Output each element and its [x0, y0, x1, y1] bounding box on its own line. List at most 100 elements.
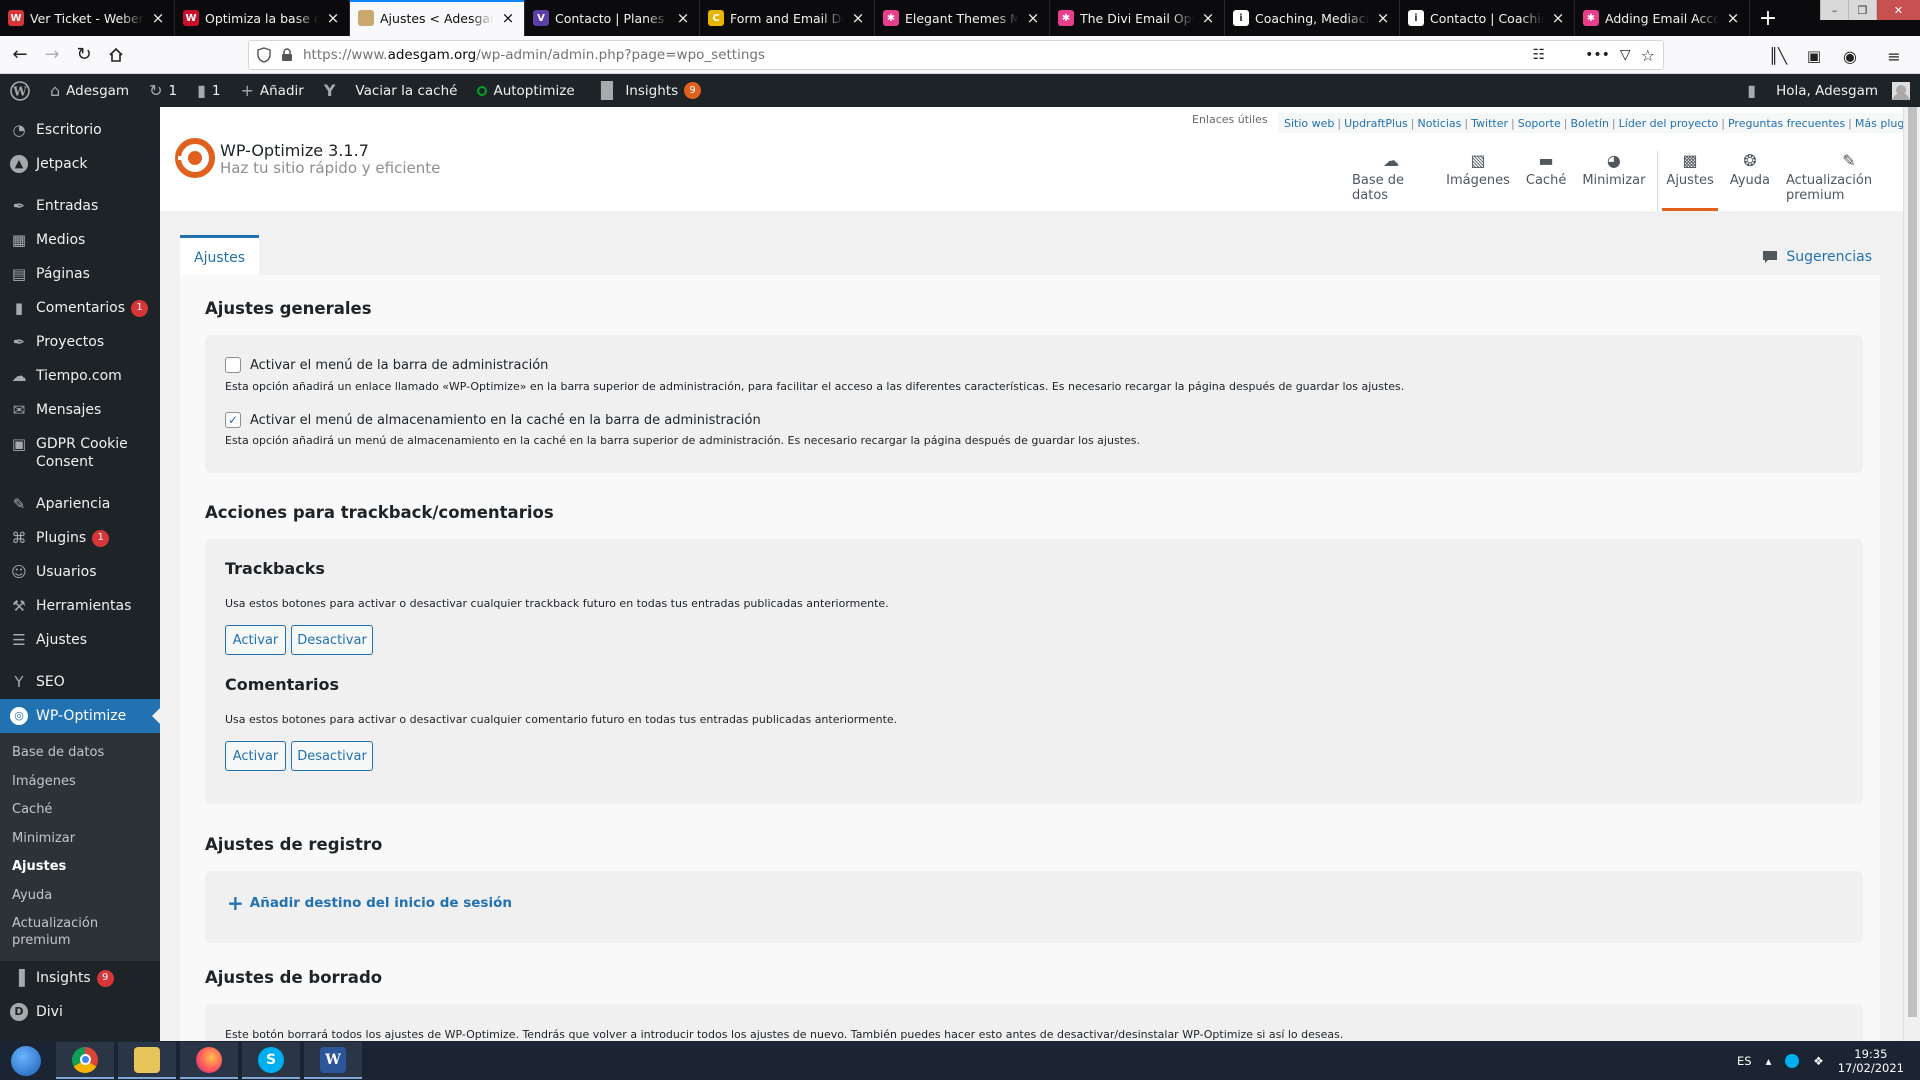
sidebar-item-medios[interactable]: ▦ Medios	[0, 223, 160, 257]
sidebar-item-insights[interactable]: ▐ Insights 9	[0, 961, 160, 995]
cache-menu-checkbox[interactable]: ✓	[225, 412, 241, 428]
disable-trackbacks-button[interactable]: Desactivar	[291, 625, 373, 655]
updates-menu[interactable]: ↻ 1	[139, 74, 187, 107]
clock[interactable]: 19:35 17/02/2021	[1838, 1047, 1904, 1075]
cache-menu-option-label[interactable]: Activar el menú de almacenamiento en la …	[250, 413, 761, 428]
back-icon[interactable]: ←	[4, 39, 36, 71]
enable-comments-button[interactable]: Activar	[225, 741, 286, 771]
wpo-nav-minimizar[interactable]: ◕ Minimizar	[1574, 151, 1653, 211]
submenu-item[interactable]: Actualización premium	[0, 910, 160, 955]
taskbar-chrome[interactable]	[56, 1042, 114, 1079]
tab-close-icon[interactable]: ×	[675, 9, 691, 27]
browser-tab[interactable]: i Coaching, Mediación y Formación ×	[1225, 0, 1400, 36]
submenu-item[interactable]: Imágenes	[0, 768, 160, 797]
taskbar-firefox[interactable]	[180, 1042, 238, 1079]
tab-close-icon[interactable]: ×	[150, 9, 166, 27]
browser-tab[interactable]: V Contacto | Planes de pensiones ×	[525, 0, 700, 36]
tab-ajustes[interactable]: Ajustes	[180, 235, 260, 275]
useful-link[interactable]: Preguntas frecuentes	[1728, 117, 1845, 130]
suggestions-link[interactable]: Sugerencias	[1762, 249, 1872, 265]
submenu-item[interactable]: Minimizar	[0, 825, 160, 854]
library-icon[interactable]: ║╲	[1762, 40, 1794, 72]
lock-icon[interactable]	[281, 48, 293, 62]
my-account-menu[interactable]: Hola, Adesgam	[1766, 74, 1920, 107]
tab-close-icon[interactable]: ×	[1725, 9, 1741, 27]
tab-close-icon[interactable]: ×	[1025, 9, 1041, 27]
sidebar-item-proyectos[interactable]: ✒ Proyectos	[0, 325, 160, 359]
tab-close-icon[interactable]: ×	[850, 9, 866, 27]
submenu-item[interactable]: Ajustes	[0, 853, 160, 882]
yoast-menu[interactable]: Y	[314, 74, 346, 107]
useful-link[interactable]: Soporte	[1518, 117, 1561, 130]
sidebar-item-wp-optimize[interactable]: ◎ WP-Optimize	[0, 699, 160, 733]
insights-menu[interactable]: ▐▌ Insights 9	[585, 74, 711, 107]
language-indicator[interactable]: ES	[1737, 1054, 1752, 1068]
tab-close-icon[interactable]: ×	[325, 9, 341, 27]
account-icon[interactable]: ◉	[1834, 40, 1866, 72]
enable-trackbacks-button[interactable]: Activar	[225, 625, 286, 655]
new-content-menu[interactable]: + Añadir	[230, 74, 313, 107]
browser-tab[interactable]: ✱ The Divi Email Optin Module ×	[1050, 0, 1225, 36]
sidebar-item-apariencia[interactable]: ✎ Apariencia	[0, 487, 160, 521]
wpo-nav-ayuda[interactable]: ❂ Ayuda	[1722, 151, 1778, 211]
tab-close-icon[interactable]: ×	[500, 9, 516, 27]
dropbox-tray-icon[interactable]: ❖	[1813, 1054, 1823, 1068]
disable-comments-button[interactable]: Desactivar	[291, 741, 373, 771]
home-icon[interactable]	[100, 39, 132, 71]
useful-link[interactable]: Twitter	[1471, 117, 1508, 130]
tray-expand-icon[interactable]: ▴	[1766, 1054, 1772, 1068]
wpo-nav-actualizaci-n-premium[interactable]: ✎ Actualización premium	[1778, 151, 1920, 211]
url-text[interactable]: https://www.adesgam.org/wp-admin/admin.p…	[303, 47, 1523, 63]
start-button[interactable]	[0, 1041, 52, 1080]
browser-tab[interactable]: Ajustes < Adesgam — WordPress ×	[350, 0, 525, 36]
address-bar[interactable]: https://www.adesgam.org/wp-admin/admin.p…	[248, 40, 1664, 70]
browser-tab[interactable]: W Optimiza la base de datos ×	[175, 0, 350, 36]
submenu-item[interactable]: Base de datos	[0, 739, 160, 768]
useful-link[interactable]: UpdraftPlus	[1344, 117, 1408, 130]
admin-menu-option-label[interactable]: Activar el menú de la barra de administr…	[250, 358, 548, 373]
comments-menu[interactable]: ▮ 1	[187, 74, 230, 107]
taskbar-explorer[interactable]	[118, 1042, 176, 1079]
restore-button[interactable]: ❐	[1848, 0, 1876, 20]
submenu-item[interactable]: Caché	[0, 796, 160, 825]
sidebar-item-escritorio[interactable]: ◔ Escritorio	[0, 113, 160, 147]
menu-icon[interactable]: ≡	[1878, 40, 1910, 72]
taskbar-skype[interactable]: S	[242, 1042, 300, 1079]
new-tab-button[interactable]: +	[1750, 0, 1786, 36]
wpo-nav-im-genes[interactable]: ▧ Imágenes	[1438, 151, 1518, 211]
bookmark-star-icon[interactable]: ☆	[1641, 46, 1655, 65]
useful-link[interactable]: Noticias	[1418, 117, 1462, 130]
sidebar-item-divi[interactable]: D Divi	[0, 995, 160, 1029]
wpo-nav-cach-[interactable]: ▬ Caché	[1518, 151, 1574, 211]
admin-menu-checkbox[interactable]	[225, 357, 241, 373]
wp-logo-menu[interactable]: W	[0, 74, 40, 107]
scrollbar-thumb[interactable]	[1908, 107, 1917, 1017]
useful-link[interactable]: Boletín	[1570, 117, 1608, 130]
useful-link[interactable]: Sitio web	[1284, 117, 1334, 130]
autoptimize-menu[interactable]: Autoptimize	[467, 74, 584, 107]
browser-tab[interactable]: i Contacto | Coaching, Mediación ×	[1400, 0, 1575, 36]
submenu-item[interactable]: Ayuda	[0, 882, 160, 911]
sidebar-item-p-ginas[interactable]: ▤ Páginas	[0, 257, 160, 291]
page-scrollbar[interactable]	[1903, 107, 1920, 1041]
browser-tab[interactable]: ✱ Adding Email Accounts ×	[1575, 0, 1750, 36]
sidebar-item-jetpack[interactable]: ▲ Jetpack	[0, 147, 160, 181]
tab-close-icon[interactable]: ×	[1550, 9, 1566, 27]
sidebar-item-plugins[interactable]: ⌘ Plugins 1	[0, 521, 160, 555]
forward-icon[interactable]: →	[36, 39, 68, 71]
tab-close-icon[interactable]: ×	[1200, 9, 1216, 27]
notification-menu[interactable]: ▮	[1737, 74, 1766, 107]
pocket-icon[interactable]: ▽	[1620, 47, 1631, 63]
sidebar-item-usuarios[interactable]: ☺ Usuarios	[0, 555, 160, 589]
sidebar-item-entradas[interactable]: ✒ Entradas	[0, 189, 160, 223]
sidebar-item-tiempo-com[interactable]: ☁ Tiempo.com	[0, 359, 160, 393]
sidebar-item-gdpr-cookie-consent[interactable]: ▣ GDPR Cookie Consent	[0, 427, 160, 479]
browser-tab[interactable]: W Ver Ticket - Webempresa ×	[0, 0, 175, 36]
sidebar-item-comentarios[interactable]: ▮ Comentarios 1	[0, 291, 160, 325]
sidebar-item-seo[interactable]: Y SEO	[0, 665, 160, 699]
tab-close-icon[interactable]: ×	[1375, 9, 1391, 27]
wpo-nav-base-de-datos[interactable]: ☁ Base de datos	[1344, 151, 1438, 211]
sidebar-item-herramientas[interactable]: ⚒ Herramientas	[0, 589, 160, 623]
shield-icon[interactable]	[257, 47, 271, 63]
skype-tray-icon[interactable]	[1785, 1053, 1800, 1068]
